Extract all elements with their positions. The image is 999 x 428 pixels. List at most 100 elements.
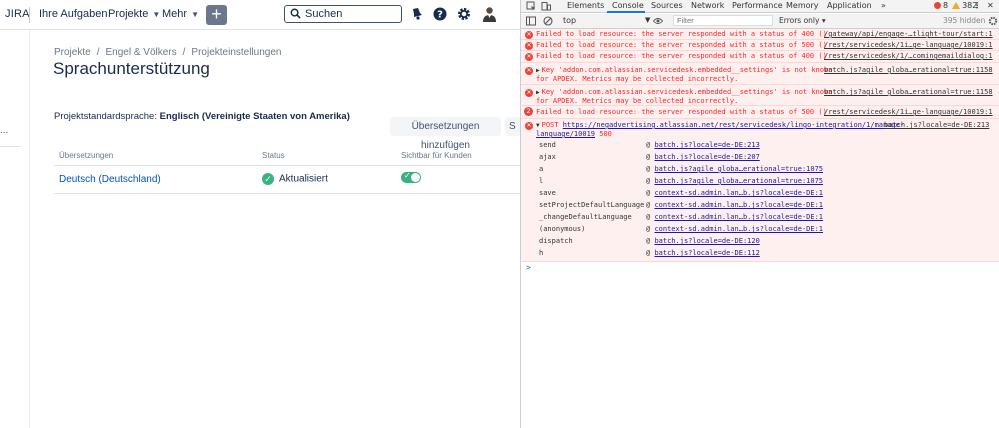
stack-function: _changeDefaultLanguage xyxy=(539,213,632,221)
console-error-message[interactable]: ✕ ▶ Key 'addon.com.atlassian.servicedesk.… xyxy=(521,63,999,85)
search-input[interactable]: Suchen xyxy=(284,5,402,23)
stack-location-link[interactable]: batch.js?locale=de-DE:213 xyxy=(654,141,759,149)
tab-network[interactable]: Network xyxy=(691,1,724,10)
more-tabs-button[interactable]: » xyxy=(881,1,886,10)
avatar[interactable] xyxy=(482,6,497,22)
error-icon xyxy=(934,2,941,9)
expand-arrow-icon[interactable]: ▶ xyxy=(536,67,540,74)
error-source-link[interactable]: /rest/servicedesk/1/…comingemaildialog:1 xyxy=(824,52,993,61)
settings-gear-icon[interactable] xyxy=(457,7,471,21)
stack-location-link[interactable]: batch.js?locale=de-DE:207 xyxy=(654,153,759,161)
close-icon[interactable]: ✕ xyxy=(987,1,994,10)
tab-elements[interactable]: Elements xyxy=(567,1,604,10)
sidebar-item[interactable]: ... xyxy=(0,125,8,136)
error-text: Failed to load resource: the server resp… xyxy=(536,52,827,60)
sidebar-toggle-icon[interactable] xyxy=(526,16,536,26)
error-icon: ✕ xyxy=(525,67,533,75)
default-language-label: Projektstandardsprache: xyxy=(54,111,157,122)
stack-location-link[interactable]: batch.js?locale=de-DE:120 xyxy=(654,237,759,245)
repeat-count-badge: 2 xyxy=(524,107,533,116)
jira-logo[interactable]: JIRA xyxy=(5,8,30,20)
stack-frame: dispatch @ batch.js?locale=de-DE:120 xyxy=(539,237,760,245)
chevron-down-icon: ▼ xyxy=(191,10,199,19)
sidebar-divider xyxy=(0,146,20,147)
help-icon[interactable]: ? xyxy=(433,7,447,21)
error-count: 8 xyxy=(943,1,949,10)
collapse-arrow-icon[interactable]: ▼ xyxy=(536,122,540,129)
add-translations-button[interactable]: Übersetzungen hinzufügen xyxy=(390,117,501,151)
tab-console[interactable]: Console xyxy=(612,1,644,10)
translation-language-link[interactable]: Deutsch (Deutschland) xyxy=(59,174,161,185)
error-text-line1: Key 'addon.com.atlassian.servicedesk.emb… xyxy=(541,66,833,74)
secondary-button[interactable]: S xyxy=(505,117,520,136)
breadcrumb-projects[interactable]: Projekte xyxy=(54,47,91,58)
visible-to-customers-toggle[interactable]: ✓ xyxy=(401,171,421,183)
console-prompt[interactable]: > xyxy=(526,263,531,272)
context-selector[interactable]: top ▼ xyxy=(563,16,653,25)
context-value: top xyxy=(563,16,577,25)
active-tab-indicator xyxy=(607,11,645,13)
stack-location-link[interactable]: batch.js?locale=de-DE:112 xyxy=(654,249,759,257)
stack-frame: h @ batch.js?locale=de-DE:112 xyxy=(539,249,760,257)
console-filter-input[interactable] xyxy=(673,15,773,26)
stack-frame: l @ batch.js?agile_globa…erational=true:1… xyxy=(539,177,824,185)
page-title: Sprachunterstützung xyxy=(53,59,210,78)
post-url-link-cont[interactable]: language/10019 xyxy=(536,130,595,138)
console-error-message: ✕ Failed to load resource: the server re… xyxy=(521,29,999,40)
eye-icon[interactable] xyxy=(653,16,663,26)
post-url-link[interactable]: https://negadvertising.atlassian.net/res… xyxy=(563,121,904,129)
error-text: ▶ Key 'addon.com.atlassian.servicedesk.em… xyxy=(536,88,832,106)
issue-counts[interactable]: 8 382 xyxy=(934,1,977,10)
topbar-divider xyxy=(29,7,30,23)
stack-location-link[interactable]: batch.js?agile_globa…erational=true:1075 xyxy=(654,177,823,185)
kebab-menu-icon[interactable]: ⋮ xyxy=(973,1,981,10)
header-divider xyxy=(54,165,520,166)
post-error-text: ▼ POST https://negadvertising.atlassian.n… xyxy=(536,121,904,139)
tab-memory[interactable]: Memory xyxy=(786,1,819,10)
left-sidebar: ... xyxy=(0,30,30,428)
error-source-link[interactable]: /rest/servicedesk/1i…ge-language/10019:1 xyxy=(824,108,993,117)
tab-sources[interactable]: Sources xyxy=(651,1,683,10)
error-source-link[interactable]: /gateway/api/engage-…tlight-tour/start:1 xyxy=(824,30,993,39)
clear-console-icon[interactable] xyxy=(543,16,553,26)
nav-projects[interactable]: Projekte ▼ xyxy=(108,8,160,20)
error-source-link[interactable]: /rest/servicedesk/1i…ge-language/10019:1 xyxy=(824,41,993,50)
stack-frame: (anonymous) @ context-sd.admin.lan…b.js?l… xyxy=(539,225,824,233)
inspect-element-icon[interactable] xyxy=(526,1,536,11)
stack-location-link[interactable]: batch.js?agile_globa…erational=true:1075 xyxy=(654,165,823,173)
expand-arrow-icon[interactable]: ▶ xyxy=(536,89,540,96)
error-source-link[interactable]: batch.js?agile_globa…erational=true:1158 xyxy=(824,88,993,97)
stack-function: h xyxy=(539,249,544,257)
stack-frame: save @ context-sd.admin.lan…b.js?locale=d… xyxy=(539,189,824,197)
console-error-message[interactable]: ✕ ▶ Key 'addon.com.atlassian.servicedesk.… xyxy=(521,85,999,106)
error-text-line2: for APDEX. Metrics may be collected inco… xyxy=(536,75,739,83)
jira-topbar: JIRA Ihre Aufgaben Projekte ▼ Mehr ▼ + Suc… xyxy=(0,0,520,30)
device-toolbar-icon[interactable] xyxy=(541,1,551,11)
breadcrumb-project[interactable]: Engel & Völkers xyxy=(105,47,176,58)
error-icon: ✕ xyxy=(525,89,533,97)
nav-my-tasks[interactable]: Ihre Aufgaben xyxy=(39,8,108,20)
stack-location-link[interactable]: context-sd.admin.lan…b.js?locale=de-DE:1 xyxy=(654,201,823,209)
console-post-error[interactable]: ✕ ▼ POST https://negadvertising.atlassian… xyxy=(521,119,999,262)
post-source-link[interactable]: batch.js?locale=de-DE:213 xyxy=(884,121,989,130)
column-header-visible: Sichtbar für Kunden xyxy=(401,151,472,160)
stack-function: a xyxy=(539,165,544,173)
create-button[interactable]: + xyxy=(206,5,227,25)
dropdown-arrow-icon: ▼ xyxy=(645,16,651,24)
error-text: Failed to load resource: the server resp… xyxy=(536,108,827,116)
error-text-line2: for APDEX. Metrics may be collected inco… xyxy=(536,97,739,105)
nav-more[interactable]: Mehr ▼ xyxy=(162,8,199,20)
stack-location-link[interactable]: context-sd.admin.lan…b.js?locale=de-DE:1 xyxy=(654,225,823,233)
stack-location-link[interactable]: context-sd.admin.lan…b.js?locale=de-DE:1 xyxy=(654,213,823,221)
stack-location-link[interactable]: context-sd.admin.lan…b.js?locale=de-DE:1 xyxy=(654,189,823,197)
console-settings-icon[interactable] xyxy=(988,16,998,26)
log-levels-dropdown[interactable]: Errors only ▾ xyxy=(779,16,826,25)
tab-performance[interactable]: Performance xyxy=(732,1,783,10)
console-error-message: 2 Failed to load resource: the server re… xyxy=(521,106,999,119)
notifications-icon[interactable] xyxy=(409,7,423,21)
breadcrumb-settings[interactable]: Projekteinstellungen xyxy=(191,47,281,58)
error-source-link[interactable]: batch.js?agile_globa…erational=true:1158 xyxy=(824,66,993,75)
breadcrumb-separator: / xyxy=(182,47,186,58)
warning-icon xyxy=(952,2,961,9)
tab-application[interactable]: Application xyxy=(827,1,872,10)
